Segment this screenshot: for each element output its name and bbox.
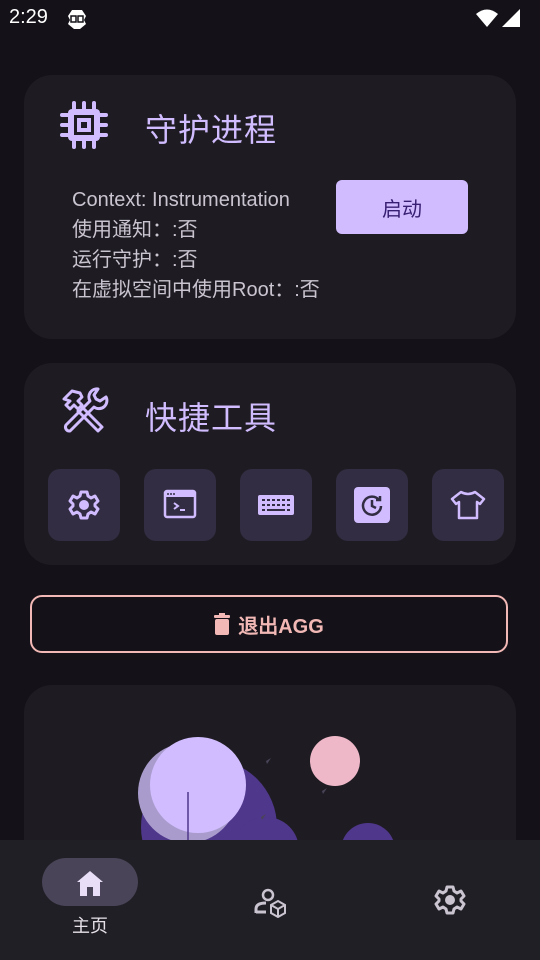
tools-card: 快捷工具: [24, 363, 516, 565]
wifi-icon: [476, 9, 498, 27]
gear-icon: [68, 490, 100, 520]
tool-history-button[interactable]: [336, 469, 408, 541]
terminal-icon: [163, 489, 197, 519]
gameguardian-icon: [68, 10, 86, 29]
status-bar: 2:29: [0, 0, 540, 38]
daemon-status: 运行守护：:否: [72, 249, 198, 271]
daemon-card: 守护进程 Context: Instrumentation 使用通知：:否 运行…: [24, 75, 516, 339]
nav-home[interactable]: 主页: [0, 840, 180, 960]
exit-agg-label: 退出AGG: [238, 615, 324, 638]
sun: [310, 736, 360, 786]
signal-icon: [502, 9, 520, 27]
bird: [322, 788, 327, 794]
daemon-info: Context: Instrumentation 使用通知：:否 运行守护：:否…: [72, 185, 320, 305]
nav-settings[interactable]: [360, 840, 540, 960]
keyboard-icon: [258, 495, 294, 515]
start-button[interactable]: 启动: [336, 180, 468, 234]
home-icon: [77, 871, 103, 896]
tools-icon: [62, 387, 109, 433]
status-time: 2:29: [9, 6, 48, 28]
user-box-icon: [254, 888, 286, 918]
exit-agg-button[interactable]: 退出AGG: [30, 595, 508, 653]
trash-icon: [214, 613, 231, 635]
notification-status: 使用通知：:否: [72, 219, 198, 241]
chip-icon: [60, 101, 108, 149]
root-status: 在虚拟空间中使用Root：:否: [72, 279, 320, 301]
tools-title: 快捷工具: [145, 400, 278, 436]
tool-row: [48, 469, 504, 541]
context-line: Context: Instrumentation: [72, 189, 290, 211]
tool-theme-button[interactable]: [432, 469, 504, 541]
bottom-nav: 主页: [0, 840, 540, 960]
bird: [266, 758, 271, 764]
nav-virtual-space[interactable]: [180, 840, 360, 960]
gear-icon: [434, 885, 466, 915]
nav-home-label: 主页: [72, 916, 108, 936]
tshirt-icon: [450, 490, 486, 520]
tool-terminal-button[interactable]: [144, 469, 216, 541]
tool-keyboard-button[interactable]: [240, 469, 312, 541]
history-icon: [354, 487, 390, 523]
tool-settings-button[interactable]: [48, 469, 120, 541]
moon: [150, 737, 246, 833]
daemon-title: 守护进程: [145, 112, 278, 148]
